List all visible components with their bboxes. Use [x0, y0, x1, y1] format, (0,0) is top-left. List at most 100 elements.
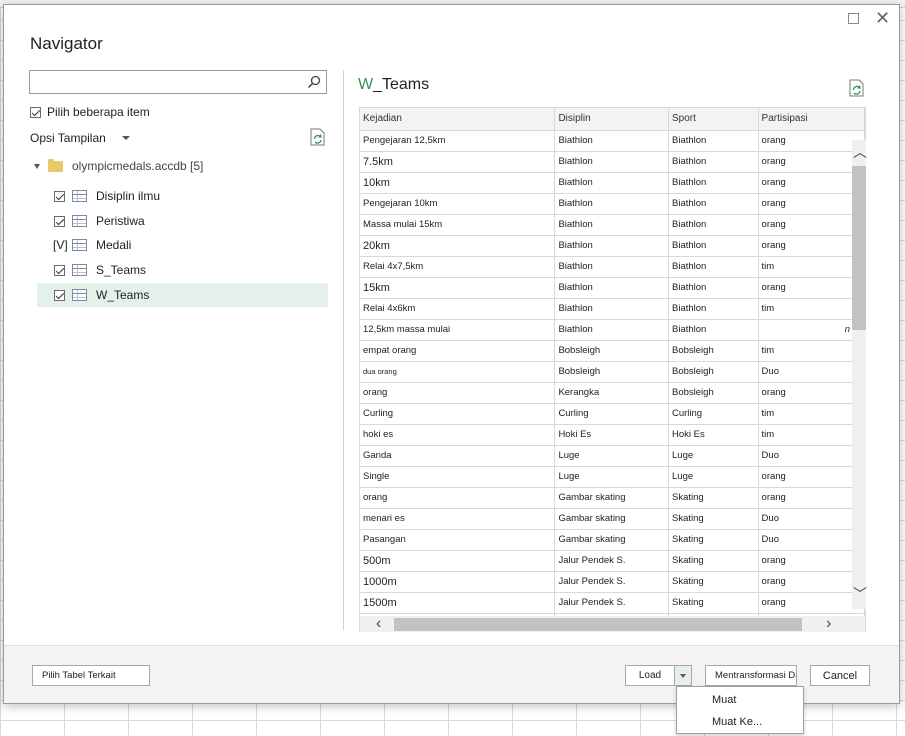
table-row[interactable]: orang Kerangka Bobsleigh orang	[360, 382, 865, 404]
column-header[interactable]: Sport	[668, 108, 759, 131]
column-header[interactable]: Disiplin	[554, 108, 669, 131]
table-row[interactable]: Pasangan Gambar skating Skating Duo	[360, 529, 865, 551]
column-header[interactable]: Kejadian	[360, 108, 556, 131]
tree-item-peristiwa[interactable]: Peristiwa	[37, 209, 328, 233]
column-header[interactable]: Partisipasi	[758, 108, 865, 131]
table-row[interactable]: Curling Curling Curling tim	[360, 403, 865, 425]
table-cell: orang	[360, 382, 556, 404]
load-menu: Muat Muat Ke...	[676, 686, 804, 734]
table-cell: Biathlon	[554, 151, 669, 173]
item-checkbox-partial[interactable]: [V]	[53, 238, 68, 252]
table-row[interactable]: Massa mulai 15km Biathlon Biathlon orang	[360, 214, 865, 236]
table-cell: tim	[758, 403, 865, 425]
menu-item-load-to[interactable]: Muat Ke...	[712, 716, 762, 728]
table-cell: Biathlon	[554, 214, 669, 236]
table-row[interactable]: hoki es Hoki Es Hoki Es tim	[360, 424, 865, 446]
table-cell: Biathlon	[668, 256, 759, 278]
table-cell: orang	[758, 151, 865, 173]
expand-caret-icon[interactable]	[34, 163, 40, 169]
scroll-right-icon[interactable]: ›	[826, 616, 831, 632]
tree-item-disiplin-ilmu[interactable]: Disiplin ilmu	[37, 184, 328, 208]
table-cell: Biathlon	[554, 235, 669, 257]
table-cell: orang	[758, 550, 865, 572]
table-cell: Gambar skating	[554, 529, 669, 551]
table-cell: Bobsleigh	[668, 382, 759, 404]
table-cell: 15km	[360, 277, 556, 299]
table-cell: Kerangka	[554, 382, 669, 404]
table-cell: Skating	[668, 571, 759, 593]
table-cell: Biathlon	[554, 256, 669, 278]
table-cell: Skating	[668, 592, 759, 614]
table-row[interactable]: Pengejaran 10km Biathlon Biathlon orang	[360, 193, 865, 215]
table-row[interactable]: 10km Biathlon Biathlon orang	[360, 172, 865, 194]
item-checkbox[interactable]	[54, 215, 65, 227]
select-related-tables-button[interactable]: Pilih Tabel Terkait	[32, 665, 150, 686]
chevron-down-icon	[680, 673, 686, 678]
table-cell: orang	[758, 130, 865, 152]
table-header-row: Kejadian Disiplin Sport Partisipasi	[360, 108, 865, 131]
table-cell: hoki es	[360, 424, 556, 446]
table-cell: orang	[758, 487, 865, 509]
multi-select-option[interactable]: Pilih beberapa item	[30, 105, 150, 119]
table-row[interactable]: menari es Gambar skating Skating Duo	[360, 508, 865, 530]
tree-root-database[interactable]: olympicmedals.accdb [5]	[34, 158, 203, 173]
view-options-dropdown[interactable]: Opsi Tampilan	[30, 131, 130, 145]
table-icon	[72, 215, 87, 227]
table-row[interactable]: Pengejaran 12,5km Biathlon Biathlon orang	[360, 130, 865, 152]
tree-item-w-teams[interactable]: W_Teams	[37, 283, 328, 307]
item-checkbox[interactable]	[54, 264, 65, 276]
refresh-icon[interactable]	[310, 128, 326, 146]
menu-item-load[interactable]: Muat	[712, 694, 736, 706]
item-checkbox[interactable]	[54, 289, 65, 301]
table-cell: tim	[758, 424, 865, 446]
table-cell: Skating	[668, 550, 759, 572]
table-row[interactable]: 15km Biathlon Biathlon orang	[360, 277, 865, 299]
multi-select-checkbox[interactable]	[30, 106, 41, 118]
table-cell: 12,5km massa mulai	[360, 319, 556, 341]
tree-item-label: W_Teams	[96, 288, 150, 302]
table-cell: Gambar skating	[554, 508, 669, 530]
table-row[interactable]: Relai 4x6km Biathlon Biathlon tim	[360, 298, 865, 320]
load-button[interactable]: Load	[625, 665, 675, 686]
table-row[interactable]: 1000m Jalur Pendek S. Skating orang	[360, 571, 865, 593]
table-cell: Curling	[668, 403, 759, 425]
vertical-scroll-thumb[interactable]	[852, 166, 866, 330]
table-row[interactable]: 7.5km Biathlon Biathlon orang	[360, 151, 865, 173]
pane-divider[interactable]	[343, 70, 344, 630]
table-cell: Bobsleigh	[554, 361, 669, 383]
close-icon[interactable]: ✕	[875, 9, 890, 27]
tree-item-medali[interactable]: [V] Medali	[37, 233, 328, 257]
table-row[interactable]: 12,5km massa mulai Biathlon Biathlon n	[360, 319, 865, 341]
table-cell: Luge	[554, 445, 669, 467]
refresh-icon[interactable]	[849, 79, 865, 97]
scroll-left-icon[interactable]: ‹	[376, 616, 381, 632]
table-cell: 500m	[360, 550, 556, 572]
preview-table[interactable]: Kejadian Disiplin Sport Partisipasi Peng…	[359, 107, 866, 632]
table-row[interactable]: dua orang Bobsleigh Bobsleigh Duo	[360, 361, 865, 383]
table-cell: Biathlon	[554, 319, 669, 341]
table-row[interactable]: 20km Biathlon Biathlon orang	[360, 235, 865, 257]
transform-data-button[interactable]: Mentransformasi Data	[705, 665, 797, 686]
table-row[interactable]: empat orang Bobsleigh Bobsleigh tim	[360, 340, 865, 362]
table-cell: 20km	[360, 235, 556, 257]
item-checkbox[interactable]	[54, 190, 65, 202]
table-cell: Biathlon	[668, 130, 759, 152]
table-row[interactable]: orang Gambar skating Skating orang	[360, 487, 865, 509]
table-row[interactable]: Relai 4x7,5km Biathlon Biathlon tim	[360, 256, 865, 278]
maximize-icon[interactable]	[848, 13, 859, 24]
table-row[interactable]: Single Luge Luge orang	[360, 466, 865, 488]
cancel-button[interactable]: Cancel	[810, 665, 870, 686]
search-input[interactable]	[29, 70, 327, 94]
load-options-button[interactable]	[675, 665, 692, 686]
scroll-up-icon[interactable]: ︿	[853, 145, 867, 159]
search-icon[interactable]	[307, 75, 321, 89]
horizontal-scroll-thumb[interactable]	[394, 618, 802, 631]
tree-item-s-teams[interactable]: S_Teams	[37, 258, 328, 282]
preview-title-prefix: W	[358, 76, 374, 93]
table-row[interactable]: 1500m Jalur Pendek S. Skating orang	[360, 592, 865, 614]
table-row[interactable]: 500m Jalur Pendek S. Skating orang	[360, 550, 865, 572]
table-row[interactable]: Ganda Luge Luge Duo	[360, 445, 865, 467]
scroll-down-icon[interactable]: ﹀	[853, 587, 867, 601]
table-cell: Bobsleigh	[668, 361, 759, 383]
table-cell: orang	[758, 235, 865, 257]
